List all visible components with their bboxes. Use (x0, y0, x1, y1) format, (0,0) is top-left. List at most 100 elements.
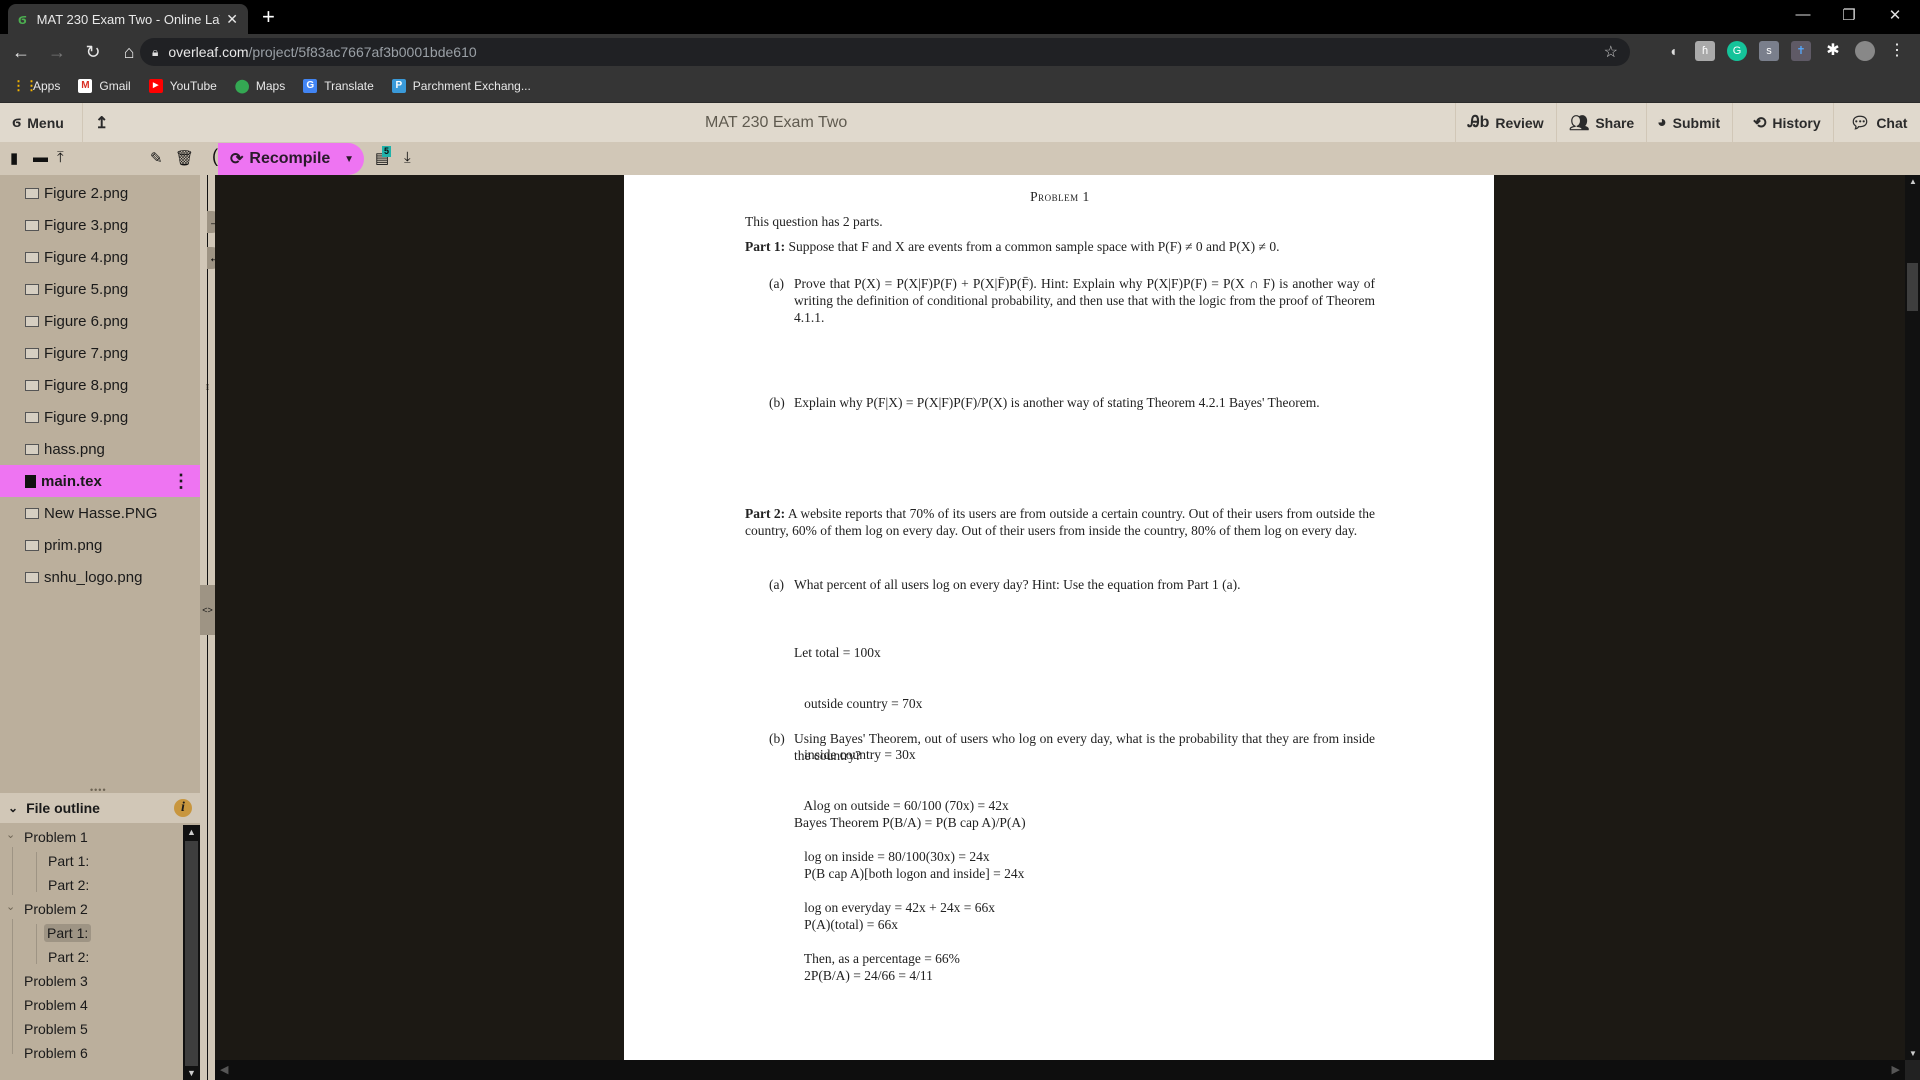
pdf-vertical-scrollbar[interactable]: ▲ ▼ (1905, 175, 1920, 1060)
download-pdf-icon[interactable]: ⤓ (404, 149, 411, 166)
share-button[interactable]: 👥︎ Share (1557, 103, 1648, 143)
part1-text: Suppose that F and X are events from a c… (788, 239, 1280, 254)
puzzle-icon[interactable]: ✱ (1823, 41, 1843, 61)
bookmark-star-icon[interactable]: ☆ (1604, 42, 1618, 62)
outline-item[interactable]: Problem 2 (24, 901, 88, 917)
file-item[interactable]: New Hasse.PNG (0, 497, 200, 529)
p1b-label: (b) (769, 395, 785, 410)
h-extension-icon[interactable]: ɦ (1695, 41, 1715, 61)
chrome-menu-icon[interactable]: ⋮ (1887, 41, 1907, 61)
image-file-icon (25, 219, 39, 231)
bookmark-translate[interactable]: G Translate (303, 79, 374, 93)
recompile-button[interactable]: ⟳ Recompile ▼ (218, 143, 364, 175)
history-button[interactable]: ⟲ History (1741, 103, 1834, 143)
bible-extension-icon[interactable]: ✝ (1791, 41, 1811, 61)
file-item[interactable]: Figure 9.png (0, 401, 200, 433)
file-name: Figure 3.png (44, 216, 129, 234)
recompile-label: Recompile (249, 150, 331, 167)
recompile-dropdown-caret-icon[interactable]: ▼ (344, 154, 354, 165)
work-line: outside country = 70x (794, 696, 923, 711)
file-item-selected[interactable]: main.tex ⋮ (0, 465, 200, 497)
profile-avatar[interactable] (1855, 41, 1875, 61)
outline-guide-line (36, 924, 37, 964)
chevron-down-icon[interactable]: ⌄ (6, 828, 15, 841)
submit-button[interactable]: ◕ Submit (1645, 103, 1734, 143)
bookmark-parchment[interactable]: P Parchment Exchang... (391, 79, 531, 93)
file-options-kebab-icon[interactable]: ⋮ (172, 471, 190, 492)
new-tab-button[interactable]: + (262, 4, 275, 30)
delete-trash-icon[interactable]: 🗑︎ (175, 149, 194, 167)
parchment-icon: P (391, 79, 406, 93)
review-button[interactable]: Ꭿb Review (1455, 103, 1557, 143)
camera-extension-icon[interactable]: ◖ (1663, 41, 1683, 61)
rename-pencil-icon[interactable]: ✎ (150, 149, 163, 167)
pdf-horizontal-scrollbar[interactable]: ◀ ▶ (215, 1060, 1905, 1080)
outline-item[interactable]: Problem 3 (24, 973, 88, 989)
p1b-text: Explain why P(F|X) = P(X|F)P(F)/P(X) is … (794, 395, 1320, 410)
scroll-up-icon[interactable]: ▲ (187, 827, 196, 837)
file-item[interactable]: Figure 7.png (0, 337, 200, 369)
file-item[interactable]: Figure 5.png (0, 273, 200, 305)
new-file-icon[interactable]: ▮ (10, 149, 18, 167)
scroll-down-icon[interactable]: ▼ (1909, 1049, 1917, 1058)
file-item[interactable]: Figure 3.png (0, 209, 200, 241)
toggle-editor-icon[interactable]: <> (200, 585, 215, 635)
pane-splitter[interactable]: → ← ⁞⁞ <> (200, 175, 223, 1080)
s-extension-icon[interactable]: s (1759, 41, 1779, 61)
outline-item[interactable]: Part 2: (48, 877, 89, 893)
p2b-text: Using Bayes' Theorem, out of users who l… (794, 731, 1375, 763)
bookmark-gmail[interactable]: M Gmail (78, 79, 131, 93)
menu-label: Menu (27, 115, 64, 131)
menu-button[interactable]: ϭ Menu (0, 103, 83, 143)
back-arrow-icon[interactable]: ← (6, 42, 36, 63)
outline-item-selected[interactable]: Part 1: (44, 924, 92, 942)
chat-button[interactable]: 💬︎ Chat (1838, 103, 1919, 143)
users-icon: 👥︎ (1569, 115, 1590, 132)
p2b-label: (b) (769, 731, 785, 746)
scroll-down-icon[interactable]: ▼ (187, 1068, 196, 1078)
outline-guide-line (12, 919, 13, 1054)
grammarly-extension-icon[interactable]: G (1727, 41, 1747, 61)
file-item[interactable]: Figure 8.png (0, 369, 200, 401)
outline-scroll-thumb[interactable] (185, 841, 198, 1066)
outline-item[interactable]: Part 2: (48, 949, 89, 965)
file-item[interactable]: snhu_logo.png (0, 561, 200, 593)
scroll-right-icon[interactable]: ▶ (1892, 1063, 1900, 1076)
bookmark-youtube[interactable]: ▶ YouTube (148, 79, 217, 93)
minimize-button[interactable]: — (1788, 6, 1818, 23)
address-bar[interactable]: 🔒︎ overleaf.com /project/5f83ac7667af3b0… (140, 38, 1630, 66)
restore-button[interactable]: ❐ (1834, 6, 1864, 24)
outline-item[interactable]: Problem 1 (24, 829, 88, 845)
file-item[interactable]: prim.png (0, 529, 200, 561)
browser-tab[interactable]: ϭ MAT 230 Exam Two - Online LaTe ✕ (8, 4, 248, 34)
bookmark-maps[interactable]: ⬤ Maps (235, 79, 285, 94)
bookmark-apps[interactable]: ⋮⋮ Apps (12, 79, 60, 94)
file-name: snhu_logo.png (44, 568, 143, 586)
reload-icon[interactable]: ↻ (78, 42, 108, 63)
splitter-drag-handle[interactable]: ⁞⁞ (200, 384, 215, 392)
file-outline-header[interactable]: ⌄ File outline i (0, 793, 200, 823)
file-item[interactable]: Figure 4.png (0, 241, 200, 273)
chevron-down-icon[interactable]: ⌄ (6, 900, 15, 913)
outline-item[interactable]: Problem 4 (24, 997, 88, 1013)
outline-item[interactable]: Part 1: (48, 853, 89, 869)
close-window-button[interactable]: ✕ (1880, 6, 1910, 24)
pdf-scroll-thumb[interactable] (1907, 263, 1918, 311)
project-title[interactable]: MAT 230 Exam Two (705, 114, 847, 132)
new-folder-icon[interactable]: ▬ (33, 149, 48, 166)
image-file-icon (25, 315, 39, 327)
file-item[interactable]: Figure 2.png (0, 177, 200, 209)
tab-close-icon[interactable]: ✕ (226, 11, 238, 28)
upload-icon[interactable]: ⤒ (57, 149, 64, 166)
scroll-up-icon[interactable]: ▲ (1909, 177, 1917, 186)
back-to-projects-button[interactable]: ↥ (83, 103, 126, 143)
outline-scrollbar[interactable]: ▲ ▼ (183, 825, 200, 1080)
outline-item[interactable]: Problem 6 (24, 1045, 88, 1061)
forward-arrow-icon[interactable]: → (42, 42, 72, 63)
file-item[interactable]: Figure 6.png (0, 305, 200, 337)
scroll-left-icon[interactable]: ◀ (220, 1063, 228, 1076)
outline-item[interactable]: Problem 5 (24, 1021, 88, 1037)
file-item[interactable]: hass.png (0, 433, 200, 465)
review-icon: Ꭿb (1468, 114, 1490, 131)
info-icon[interactable]: i (174, 799, 192, 817)
